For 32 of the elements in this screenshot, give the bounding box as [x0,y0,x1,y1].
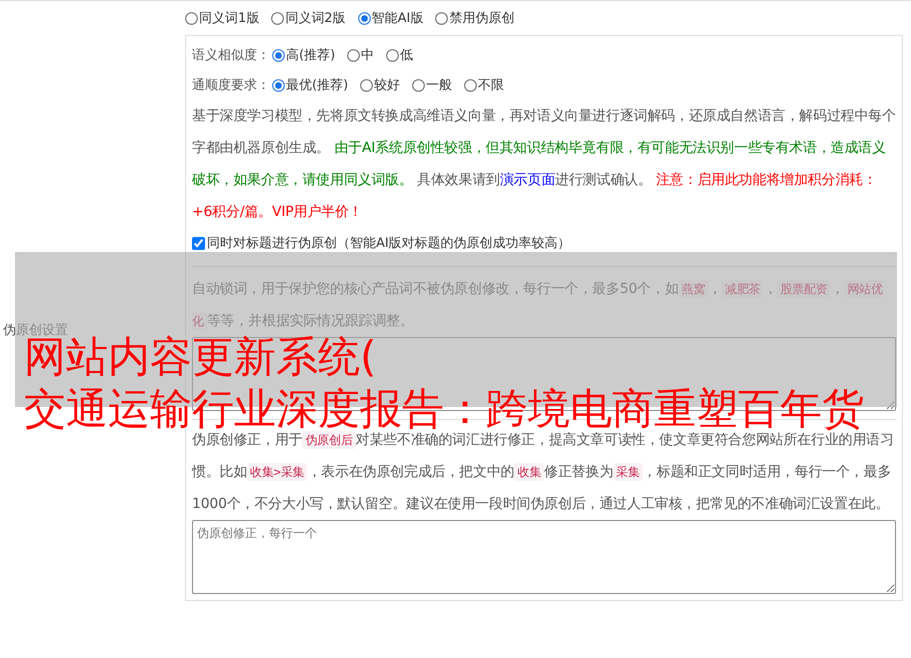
radio-label[interactable]: 较好 [374,76,400,94]
radio-label[interactable]: 不限 [478,76,504,94]
radio-label[interactable]: 同义词1版 [199,9,260,27]
radio-selected[interactable] [358,12,371,24]
radio-unselected[interactable] [185,12,198,24]
radio-label[interactable]: 同义词2版 [285,9,346,27]
radio-label[interactable]: 智能AI版 [372,9,424,27]
corrections-field[interactable]: 伪原创修正，每行一个 [192,520,896,594]
radio-label[interactable]: 禁用伪原创 [449,9,514,27]
radio-unselected[interactable] [271,12,284,24]
radio-unselected[interactable] [464,78,478,92]
ai-description: 基于深度学习模型，先将原文转换成高维语义向量，再对语义向量进行逐词解码，还原成自然语言，解码过程中每个字都由机器原创生成。 由于AI系统原创性较强，但其知识结构毕竟有限，有可能无法识别一些专有术语，造成语义破坏，如果介意，请使用同义词版。 具体效果请到演示页面进行测试确认。 注意：启用此功能将增加积分消耗：+6积分/篇。VIP用户半价！ [192,107,896,222]
radio-selected[interactable] [272,48,285,62]
checkbox-label[interactable]: 同时对标题进行伪原创（智能AI版对标题的伪原创成功率较高） [207,234,571,252]
corrections-description: 伪原创修正，用于 伪原创后 对某些不准确的词汇进行修正，提高文章可读性，使文章更符合您网站所在行业的用语习惯。比如 收集>采集 ，表示在伪原创完成后，把文中的 收集 修正替换为 采集 ，标题和正文同时适用，每行一个，最多1000个，不分大小写，默认留空。建议在使用一段时间伪原创后，通过人工审核，把常见的不准确词汇设置在此。 [192,430,895,514]
option-label: 语义相似度： [192,47,270,64]
radio-label[interactable]: 高(推荐) [286,46,336,64]
demo-page-link[interactable]: 演示页面 [500,172,556,188]
radio-unselected[interactable] [360,78,374,92]
radio-label[interactable]: 一般 [426,76,452,94]
radio-label[interactable]: 最优(推荐) [286,76,348,94]
radio-label[interactable]: 中 [361,46,374,64]
overlay-caption: 交通运输行业深度报告：跨境电商重塑百年货 [24,386,864,432]
radio-label[interactable]: 低 [400,46,414,64]
title-checkbox[interactable] [192,236,205,250]
radio-unselected[interactable] [435,12,448,24]
radio-unselected[interactable] [386,48,400,62]
radio-unselected[interactable] [412,78,426,92]
radio-unselected[interactable] [347,48,360,62]
option-label: 通顺度要求： [192,77,270,94]
radio-selected[interactable] [272,78,285,92]
lock-words-description: 自动锁词，用于保护您的核心产品词不被伪原创修改，每行一个，最多50个，如 燕窝 ， 减肥茶 ， 股票配资 ， 网站优化 等等，并根据实际情况跟踪调整。 [192,279,884,332]
